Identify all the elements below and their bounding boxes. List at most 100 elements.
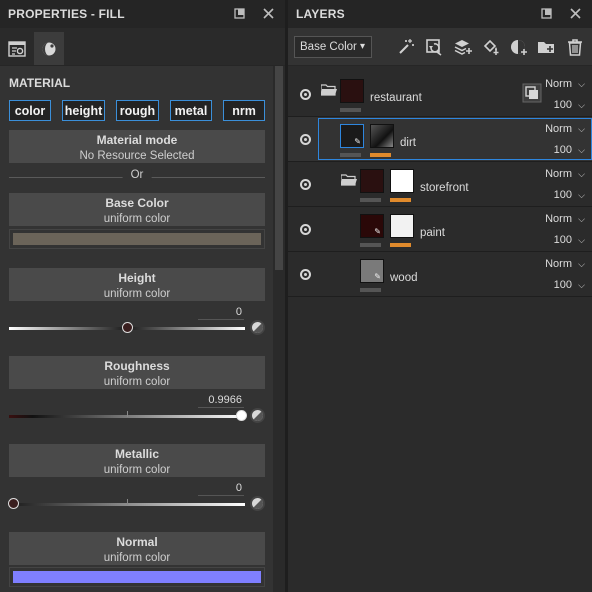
layer-row-storefront[interactable]: storefront Norm ⌵ 100 ⌵ <box>288 162 592 207</box>
roughness-button[interactable]: Roughness uniform color <box>9 356 265 389</box>
pen-icon: ✎ <box>354 137 361 146</box>
visibility-eye-icon[interactable] <box>300 134 311 145</box>
chevron-down-icon[interactable]: ⌵ <box>578 145 585 156</box>
metallic-subtitle: uniform color <box>103 464 171 476</box>
height-button[interactable]: Height uniform color <box>9 268 265 301</box>
layer-row-dirt[interactable]: ✎ dirt Norm ⌵ 100 ⌵ <box>288 117 592 162</box>
chevron-down-icon[interactable]: ⌵ <box>578 100 585 111</box>
channel-dropdown[interactable]: Base Color ▾ <box>294 36 372 58</box>
roughness-slider-handle[interactable] <box>236 410 247 421</box>
metallic-value[interactable]: 0 <box>198 482 244 496</box>
roughness-mid-tick <box>127 411 128 417</box>
chevron-down-icon[interactable]: ⌵ <box>578 280 585 291</box>
properties-title: PROPERTIES - FILL <box>8 7 125 21</box>
layers-title: LAYERS <box>296 7 345 21</box>
roughness-subtitle: uniform color <box>103 376 171 388</box>
chevron-down-icon[interactable]: ⌵ <box>578 169 585 180</box>
undock-icon[interactable] <box>233 7 246 20</box>
layer-row-wood[interactable]: ✎ wood Norm ⌵ 100 ⌵ <box>288 252 592 297</box>
undock-icon[interactable] <box>540 7 553 20</box>
mask-icon[interactable] <box>509 37 529 57</box>
chevron-down-icon[interactable]: ⌵ <box>578 214 585 225</box>
layer-color-bar <box>360 288 381 292</box>
roughness-value[interactable]: 0.9966 <box>198 394 244 408</box>
layer-thumbnail: ✎ <box>340 124 364 148</box>
add-layer-icon[interactable] <box>453 37 473 57</box>
height-value[interactable]: 0 <box>198 306 244 320</box>
height-slider-handle[interactable] <box>122 322 133 333</box>
mask-thumbnail <box>390 169 414 193</box>
roughness-slider[interactable]: 0.9966 <box>9 394 265 424</box>
layer-thumbnail <box>340 79 364 103</box>
refresh-icon[interactable] <box>424 37 444 57</box>
channel-chip-color[interactable]: color <box>9 100 51 121</box>
base-color-swatch[interactable] <box>9 229 265 249</box>
opacity-field[interactable]: 100 <box>554 189 572 201</box>
chevron-down-icon[interactable]: ⌵ <box>578 259 585 270</box>
material-mode-button[interactable]: Material mode No Resource Selected <box>9 130 265 163</box>
material-mode-subtitle: No Resource Selected <box>79 150 195 162</box>
channel-chip-height[interactable]: height <box>62 100 105 121</box>
properties-panel: PROPERTIES - FILL MATERIAL color height … <box>0 0 285 592</box>
layer-color-bar <box>360 243 381 247</box>
visibility-eye-icon[interactable] <box>300 179 311 190</box>
chevron-down-icon[interactable]: ⌵ <box>578 235 585 246</box>
visibility-eye-icon[interactable] <box>300 89 311 100</box>
chevron-down-icon[interactable]: ⌵ <box>578 79 585 90</box>
layer-color-bar <box>360 198 381 202</box>
visibility-eye-icon[interactable] <box>300 224 311 235</box>
height-reset-icon[interactable] <box>250 320 265 335</box>
material-mode-title: Material mode <box>96 133 178 147</box>
layer-name[interactable]: paint <box>420 227 445 239</box>
layer-row-restaurant[interactable]: restaurant Norm ⌵ 100 ⌵ <box>288 72 592 117</box>
opacity-field[interactable]: 100 <box>554 279 572 291</box>
metallic-slider[interactable]: 0 <box>8 482 265 512</box>
layer-name[interactable]: dirt <box>400 137 416 149</box>
metallic-slider-handle[interactable] <box>8 498 19 509</box>
copy-icon[interactable] <box>522 83 542 103</box>
add-folder-icon[interactable] <box>536 37 556 57</box>
layer-name[interactable]: restaurant <box>370 92 422 104</box>
layer-row-paint[interactable]: ✎ paint Norm ⌵ 100 ⌵ <box>288 207 592 252</box>
close-icon[interactable] <box>262 7 275 20</box>
chevron-down-icon: ▾ <box>359 41 365 52</box>
opacity-field[interactable]: 100 <box>554 99 572 111</box>
blend-mode-dropdown[interactable]: Norm <box>545 213 572 225</box>
close-icon[interactable] <box>569 7 582 20</box>
metallic-reset-icon[interactable] <box>250 496 265 511</box>
channel-chips: color height rough metal nrm <box>9 100 265 121</box>
layer-color-bar <box>340 153 361 157</box>
blend-mode-dropdown[interactable]: Norm <box>545 258 572 270</box>
chevron-down-icon[interactable]: ⌵ <box>578 124 585 135</box>
channel-chip-metal[interactable]: metal <box>170 100 212 121</box>
chevron-down-icon[interactable]: ⌵ <box>578 190 585 201</box>
shader-tab-icon[interactable] <box>34 32 64 65</box>
blend-mode-dropdown[interactable]: Norm <box>545 123 572 135</box>
properties-tabstrip <box>0 28 285 66</box>
opacity-field[interactable]: 100 <box>554 234 572 246</box>
visibility-eye-icon[interactable] <box>300 269 311 280</box>
properties-scrollbar[interactable] <box>273 66 285 592</box>
opacity-field[interactable]: 100 <box>554 144 572 156</box>
channel-chip-rough[interactable]: rough <box>116 100 159 121</box>
magic-wand-icon[interactable] <box>396 37 416 57</box>
blend-mode-dropdown[interactable]: Norm <box>545 78 572 90</box>
layer-name[interactable]: wood <box>390 272 418 284</box>
properties-scroll-thumb[interactable] <box>275 66 283 270</box>
metallic-button[interactable]: Metallic uniform color <box>9 444 265 477</box>
normal-swatch[interactable] <box>9 567 265 587</box>
layer-mask-bar <box>390 198 411 202</box>
base-color-swatch-fill <box>13 233 261 245</box>
normal-button[interactable]: Normal uniform color <box>9 532 265 565</box>
base-color-button[interactable]: Base Color uniform color <box>9 193 265 226</box>
normal-swatch-fill <box>13 571 261 583</box>
properties-header: PROPERTIES - FILL <box>0 0 285 28</box>
layer-name[interactable]: storefront <box>420 182 469 194</box>
settings-tab-icon[interactable] <box>2 32 32 65</box>
fill-layer-icon[interactable] <box>481 37 501 57</box>
height-slider[interactable]: 0 <box>9 306 265 336</box>
blend-mode-dropdown[interactable]: Norm <box>545 168 572 180</box>
channel-chip-nrm[interactable]: nrm <box>223 100 265 121</box>
trash-icon[interactable] <box>565 37 585 57</box>
roughness-reset-icon[interactable] <box>250 408 265 423</box>
